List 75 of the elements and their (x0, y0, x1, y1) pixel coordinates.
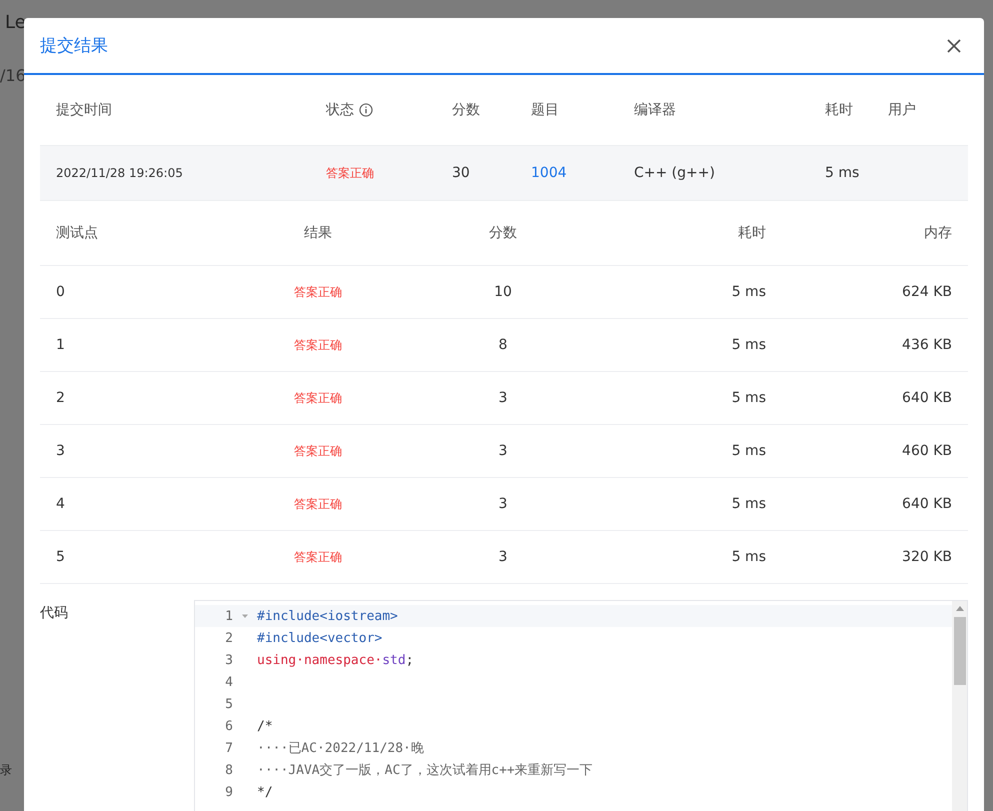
status-text: 答案正确 (294, 550, 342, 564)
table-cell: 3 (498, 443, 508, 459)
table-cell: 624 KB (902, 284, 952, 300)
status-text: 答案正确 (294, 444, 342, 458)
close-icon[interactable] (946, 38, 962, 54)
code-line: */ (257, 784, 273, 800)
code-line: #include<vector> (257, 630, 382, 646)
table-cell: 10 (494, 284, 512, 300)
code-line: ····已AC·2022/11/28·晚 (257, 740, 424, 757)
table-cell: 5 ms (732, 337, 766, 353)
column-header: 耗时 (738, 225, 766, 241)
code-line: /* (257, 718, 273, 734)
scroll-up-icon[interactable] (956, 606, 964, 611)
table-cell: 5 ms (825, 165, 860, 181)
table-cell: 5 ms (732, 549, 766, 565)
info-icon[interactable] (359, 103, 373, 117)
line-number: 9 (224, 784, 233, 800)
table-cell: 3 (498, 390, 508, 406)
line-number: 8 (224, 762, 233, 778)
status-text: 答案正确 (294, 390, 342, 404)
dialog-title: 提交结果 (40, 35, 108, 57)
column-header: 用户 (888, 101, 916, 119)
background-text: 录 (0, 762, 12, 779)
code-line: #include<iostream> (257, 608, 398, 624)
table-cell: 5 ms (732, 496, 766, 512)
line-number: 3 (224, 652, 233, 668)
table-cell: 436 KB (902, 337, 952, 353)
table-cell: 5 ms (732, 443, 766, 459)
table-cell: 0 (56, 284, 65, 300)
table-cell: 3 (498, 549, 508, 565)
table-cell: C++ (g++) (634, 165, 715, 181)
column-header: 分数 (489, 225, 517, 241)
fold-icon[interactable] (242, 613, 248, 619)
table-cell: 2022/11/28 19:26:05 (56, 166, 183, 180)
line-number: 4 (224, 674, 233, 690)
table-cell: 5 (56, 549, 65, 565)
line-number: 7 (224, 740, 233, 756)
scrollbar[interactable] (952, 601, 967, 811)
status-text: 答案正确 (294, 496, 342, 510)
problem-link[interactable]: 1004 (531, 165, 567, 181)
column-header: 耗时 (825, 101, 853, 119)
table-cell: 640 KB (902, 390, 952, 406)
line-number: 1 (224, 608, 233, 624)
column-header: 内存 (924, 225, 952, 241)
column-header: 提交时间 (56, 101, 112, 119)
column-header: 测试点 (56, 225, 98, 241)
line-number: 5 (224, 696, 233, 712)
table-cell: 1 (56, 337, 65, 353)
table-cell: 3 (56, 443, 65, 459)
column-header: 状态 (326, 101, 354, 119)
table-cell: 3 (498, 496, 508, 512)
status-text: 答案正确 (294, 284, 342, 298)
table-cell: 640 KB (902, 496, 952, 512)
table-cell: 320 KB (902, 549, 952, 565)
code-editor[interactable]: 1 #include<iostream> 2 #include<vector> 3 using·namespace·std; 4 5 6 /* 7 ····已AC·2022/11/28·晚 8 ····JAVA交了一版，AC了，这次试着用c++来重新写一下 9 */ (194, 600, 968, 811)
background-text: Le (5, 12, 26, 33)
column-header: 编译器 (634, 101, 676, 119)
status-text: 答案正确 (294, 338, 342, 352)
table-cell: 5 ms (732, 390, 766, 406)
line-number: 2 (224, 630, 233, 646)
column-header: 分数 (452, 101, 480, 119)
line-number: 6 (224, 718, 233, 734)
table-cell: 4 (56, 496, 65, 512)
table-cell: 30 (452, 165, 470, 181)
code-line: ····JAVA交了一版，AC了，这次试着用c++来重新写一下 (257, 762, 593, 779)
background-text: /16 (0, 66, 26, 85)
code-line: using·namespace·std; (257, 652, 414, 668)
status-text: 答案正确 (326, 166, 374, 180)
code-label: 代码 (40, 604, 69, 622)
table-cell: 5 ms (732, 284, 766, 300)
table-cell: 2 (56, 390, 65, 406)
column-header: 结果 (304, 225, 332, 241)
table-cell: 8 (498, 337, 508, 353)
table-cell: 460 KB (902, 443, 952, 459)
column-header: 题目 (531, 101, 559, 119)
